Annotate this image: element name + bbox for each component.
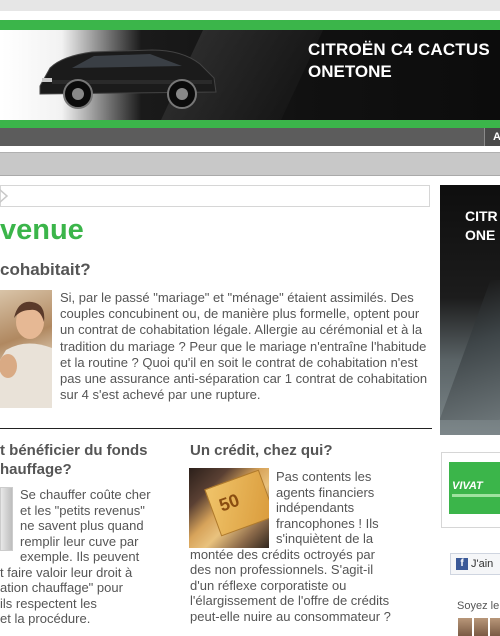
right-text-line: francophones ! Ils [276, 516, 379, 531]
banknote: 50 [204, 469, 269, 537]
right-text-line: agents financiers [276, 485, 375, 500]
breadcrumb-arrow-icon [0, 189, 9, 203]
vivat-logo-text: VIVAT [452, 480, 483, 492]
left-text-line: ne savent plus quand [20, 518, 144, 533]
couple-photo [0, 290, 52, 408]
left-heading-line1[interactable]: t bénéficier du fonds [0, 441, 148, 460]
fan-avatar[interactable] [458, 618, 472, 636]
facebook-like-label: J'ain [471, 558, 494, 570]
left-text-line: et les "petits revenus" [20, 503, 145, 518]
breadcrumb [0, 185, 430, 207]
car-image [39, 49, 217, 109]
left-text-line: Se chauffer coûte cher [20, 487, 151, 502]
section-heading[interactable]: cohabitait? [0, 260, 91, 280]
side-ad-line1: CITR [465, 208, 498, 224]
fan-box-label: Soyez le [457, 600, 500, 612]
money-photo: 50 [189, 468, 269, 548]
section-divider [0, 428, 432, 429]
left-heading-line2[interactable]: hauffage? [0, 460, 72, 479]
banner-bottom-border [0, 120, 500, 128]
left-text-line: ils respectent les [0, 596, 97, 611]
right-heading[interactable]: Un crédit, chez qui? [190, 441, 333, 460]
facebook-icon: f [456, 558, 468, 570]
secondary-bar [0, 152, 500, 176]
right-text-line: Pas contents les [276, 469, 372, 484]
left-text-line: t faire valoir leur droit à [0, 565, 133, 580]
side-ad-decoration [440, 280, 500, 420]
left-text-line: ation chauffage" pour [0, 580, 123, 595]
left-text-line: exemple. Ils peuvent [20, 549, 140, 564]
citroen-banner-ad[interactable]: CITROËN C4 CACTUS ONETONE [2, 30, 500, 120]
facebook-like-button[interactable]: f J'ain [450, 553, 500, 575]
fan-avatar[interactable] [490, 618, 500, 636]
right-text-line: s'inquiètent de la [276, 531, 374, 546]
top-strip [0, 0, 500, 11]
vivat-ad[interactable]: VIVAT [449, 462, 500, 514]
fan-avatar[interactable] [474, 618, 488, 636]
banknote-value: 50 [216, 489, 243, 516]
heater-photo [0, 487, 13, 551]
right-text-line: d'un réflexe corporatiste ou [190, 578, 347, 593]
banner-top-border [0, 20, 500, 30]
vivat-logo-underline [452, 494, 500, 497]
article-paragraph: Si, par le passé "mariage" et "ménage" é… [60, 290, 428, 403]
page-title: venue [0, 214, 84, 246]
main-navbar [0, 128, 500, 146]
side-ad-line2: ONE [465, 227, 496, 243]
right-text-line: peut-elle nuire au consommateur ? [190, 609, 391, 624]
right-text-line: des non professionnels. S'agit-il [190, 562, 374, 577]
left-text-line: et la procédure. [0, 611, 91, 626]
side-banner-ad[interactable]: CITR ONE [440, 185, 500, 435]
banner-headline: CITROËN C4 CACTUS [308, 40, 490, 59]
right-text-line: l'élargissement de l'offre de crédits [190, 593, 390, 608]
right-text-line: indépendants [276, 500, 355, 515]
right-text-line: montée des crédits octroyés par [190, 547, 375, 562]
nav-tab[interactable]: A [484, 128, 500, 146]
banner-subheadline: ONETONE [308, 62, 392, 81]
left-text-line: remplir leur cuve par [20, 534, 139, 549]
